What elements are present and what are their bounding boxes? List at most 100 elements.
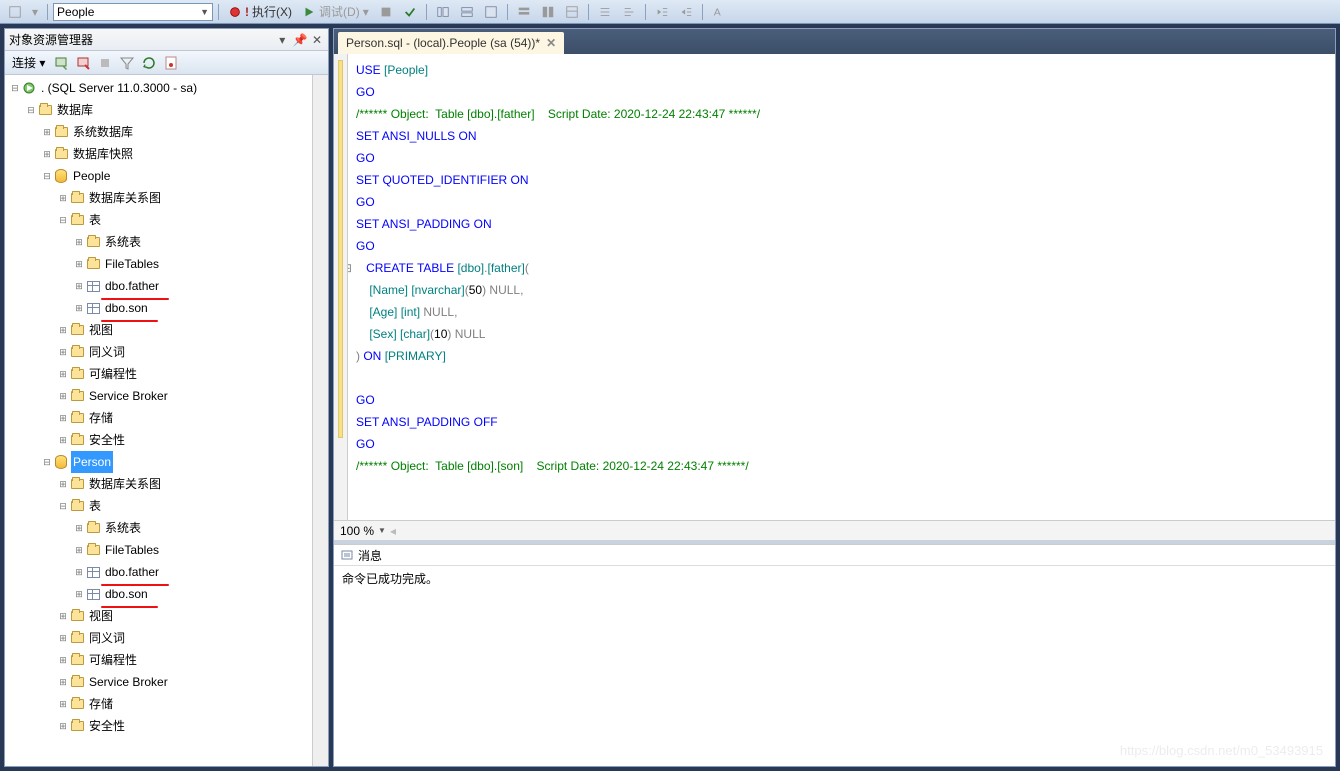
tree-service-broker[interactable]: ⊞Service Broker <box>5 385 312 407</box>
properties-icon[interactable] <box>162 54 180 72</box>
collapse-icon[interactable]: ⊟ <box>57 209 69 231</box>
outdent-button[interactable] <box>675 4 697 20</box>
expand-icon[interactable]: ⊞ <box>57 407 69 429</box>
tree-db-diagrams[interactable]: ⊞数据库关系图 <box>5 473 312 495</box>
stop-icon[interactable] <box>96 54 114 72</box>
debug-button[interactable]: 调试(D) ▾ <box>298 2 373 21</box>
expand-icon[interactable]: ⊞ <box>57 649 69 671</box>
editor-tab[interactable]: Person.sql - (local).People (sa (54))* ✕ <box>338 32 564 54</box>
tree-storage[interactable]: ⊞存储 <box>5 407 312 429</box>
tree-db-people[interactable]: ⊟People <box>5 165 312 187</box>
expand-icon[interactable]: ⊞ <box>57 341 69 363</box>
folder-icon <box>37 102 53 118</box>
collapse-icon[interactable]: ⊟ <box>9 77 21 99</box>
expand-icon[interactable]: ⊞ <box>73 561 85 583</box>
expand-icon[interactable]: ⊞ <box>57 671 69 693</box>
toolbar-icon[interactable] <box>513 4 535 20</box>
expand-icon[interactable]: ⊞ <box>73 583 85 605</box>
tree-security[interactable]: ⊞安全性 <box>5 715 312 737</box>
dropdown-icon[interactable]: ▾ <box>275 33 289 47</box>
database-combo[interactable]: People▼ <box>53 3 213 21</box>
expand-icon[interactable]: ⊞ <box>57 715 69 737</box>
tree-db-person[interactable]: ⊟Person <box>5 451 312 473</box>
refresh-icon[interactable] <box>140 54 158 72</box>
collapse-icon[interactable]: ⊟ <box>57 495 69 517</box>
code-area[interactable]: USE [People] GO /****** Object: Table [d… <box>334 54 1335 520</box>
expand-icon[interactable]: ⊞ <box>57 605 69 627</box>
tree-server-root[interactable]: ⊟. (SQL Server 11.0.3000 - sa) <box>5 77 312 99</box>
tree-table-son[interactable]: ⊞dbo.son <box>5 583 312 605</box>
collapse-icon[interactable]: ⊟ <box>41 165 53 187</box>
messages-body[interactable]: 命令已成功完成。 <box>334 566 1335 766</box>
tree-file-tables[interactable]: ⊞FileTables <box>5 539 312 561</box>
close-icon[interactable]: ✕ <box>310 33 324 47</box>
toolbar-icon[interactable] <box>561 4 583 20</box>
expand-icon[interactable]: ⊞ <box>57 693 69 715</box>
toolbar-icon[interactable] <box>432 4 454 20</box>
tree-synonyms[interactable]: ⊞同义词 <box>5 627 312 649</box>
tree-programmability[interactable]: ⊞可编程性 <box>5 649 312 671</box>
expand-icon[interactable]: ⊞ <box>73 275 85 297</box>
collapse-icon[interactable]: ⊟ <box>41 451 53 473</box>
tree-tables[interactable]: ⊟表 <box>5 495 312 517</box>
tree-sys-tables[interactable]: ⊞系统表 <box>5 231 312 253</box>
zoom-value[interactable]: 100 % <box>340 524 374 538</box>
expand-icon[interactable]: ⊞ <box>57 363 69 385</box>
expand-icon[interactable]: ⊞ <box>57 385 69 407</box>
connect-db-icon[interactable] <box>52 54 70 72</box>
tree-sys-tables[interactable]: ⊞系统表 <box>5 517 312 539</box>
tree-table-father[interactable]: ⊞dbo.father <box>5 275 312 297</box>
parse-button[interactable] <box>399 4 421 20</box>
pin-icon[interactable]: 📌 <box>293 33 307 47</box>
tree-views[interactable]: ⊞视图 <box>5 605 312 627</box>
tree-databases[interactable]: ⊟数据库 <box>5 99 312 121</box>
stop-button[interactable] <box>375 4 397 20</box>
filter-icon[interactable] <box>118 54 136 72</box>
toolbar-icon[interactable] <box>456 4 478 20</box>
disconnect-db-icon[interactable] <box>74 54 92 72</box>
connect-button[interactable]: 连接 ▾ <box>9 54 48 72</box>
tree-system-databases[interactable]: ⊞系统数据库 <box>5 121 312 143</box>
vertical-scrollbar[interactable] <box>312 75 328 766</box>
expand-icon[interactable]: ⊞ <box>73 539 85 561</box>
expand-icon[interactable]: ⊞ <box>57 473 69 495</box>
expand-icon[interactable]: ⊞ <box>41 143 53 165</box>
object-tree[interactable]: ⊟. (SQL Server 11.0.3000 - sa) ⊟数据库 ⊞系统数… <box>5 75 312 766</box>
messages-tab-label[interactable]: 消息 <box>358 547 382 564</box>
toolbar-button-generic[interactable] <box>4 4 26 20</box>
code-editor[interactable]: USE [People] GO /****** Object: Table [d… <box>348 54 1335 520</box>
tree-storage[interactable]: ⊞存储 <box>5 693 312 715</box>
collapse-icon[interactable]: ⊟ <box>25 99 37 121</box>
uncomment-button[interactable] <box>618 4 640 20</box>
tree-tables[interactable]: ⊟表 <box>5 209 312 231</box>
expand-icon[interactable]: ⊞ <box>73 297 85 319</box>
chevron-left-icon[interactable]: ◂ <box>390 524 396 538</box>
tree-service-broker[interactable]: ⊞Service Broker <box>5 671 312 693</box>
expand-icon[interactable]: ⊞ <box>73 231 85 253</box>
expand-icon[interactable]: ⊞ <box>57 187 69 209</box>
tree-views[interactable]: ⊞视图 <box>5 319 312 341</box>
expand-icon[interactable]: ⊞ <box>73 253 85 275</box>
tree-table-father[interactable]: ⊞dbo.father <box>5 561 312 583</box>
toolbar-icon[interactable] <box>480 4 502 20</box>
tree-db-diagrams[interactable]: ⊞数据库关系图 <box>5 187 312 209</box>
tree-db-snapshot[interactable]: ⊞数据库快照 <box>5 143 312 165</box>
expand-icon[interactable]: ⊞ <box>57 319 69 341</box>
toolbar-button-generic[interactable]: ▾ <box>28 4 42 20</box>
tree-synonyms[interactable]: ⊞同义词 <box>5 341 312 363</box>
tree-table-son[interactable]: ⊞dbo.son <box>5 297 312 319</box>
expand-icon[interactable]: ⊞ <box>41 121 53 143</box>
tree-programmability[interactable]: ⊞可编程性 <box>5 363 312 385</box>
expand-icon[interactable]: ⊞ <box>73 517 85 539</box>
comment-button[interactable] <box>594 4 616 20</box>
close-tab-icon[interactable]: ✕ <box>546 36 556 50</box>
expand-icon[interactable]: ⊞ <box>57 627 69 649</box>
chevron-down-icon[interactable]: ▼ <box>378 526 386 535</box>
indent-button[interactable] <box>651 4 673 20</box>
expand-icon[interactable]: ⊞ <box>57 429 69 451</box>
execute-button[interactable]: ! 执行(X) <box>224 2 296 21</box>
toolbar-icon[interactable] <box>537 4 559 20</box>
tree-security[interactable]: ⊞安全性 <box>5 429 312 451</box>
tree-file-tables[interactable]: ⊞FileTables <box>5 253 312 275</box>
toolbar-icon[interactable]: A <box>708 4 730 20</box>
